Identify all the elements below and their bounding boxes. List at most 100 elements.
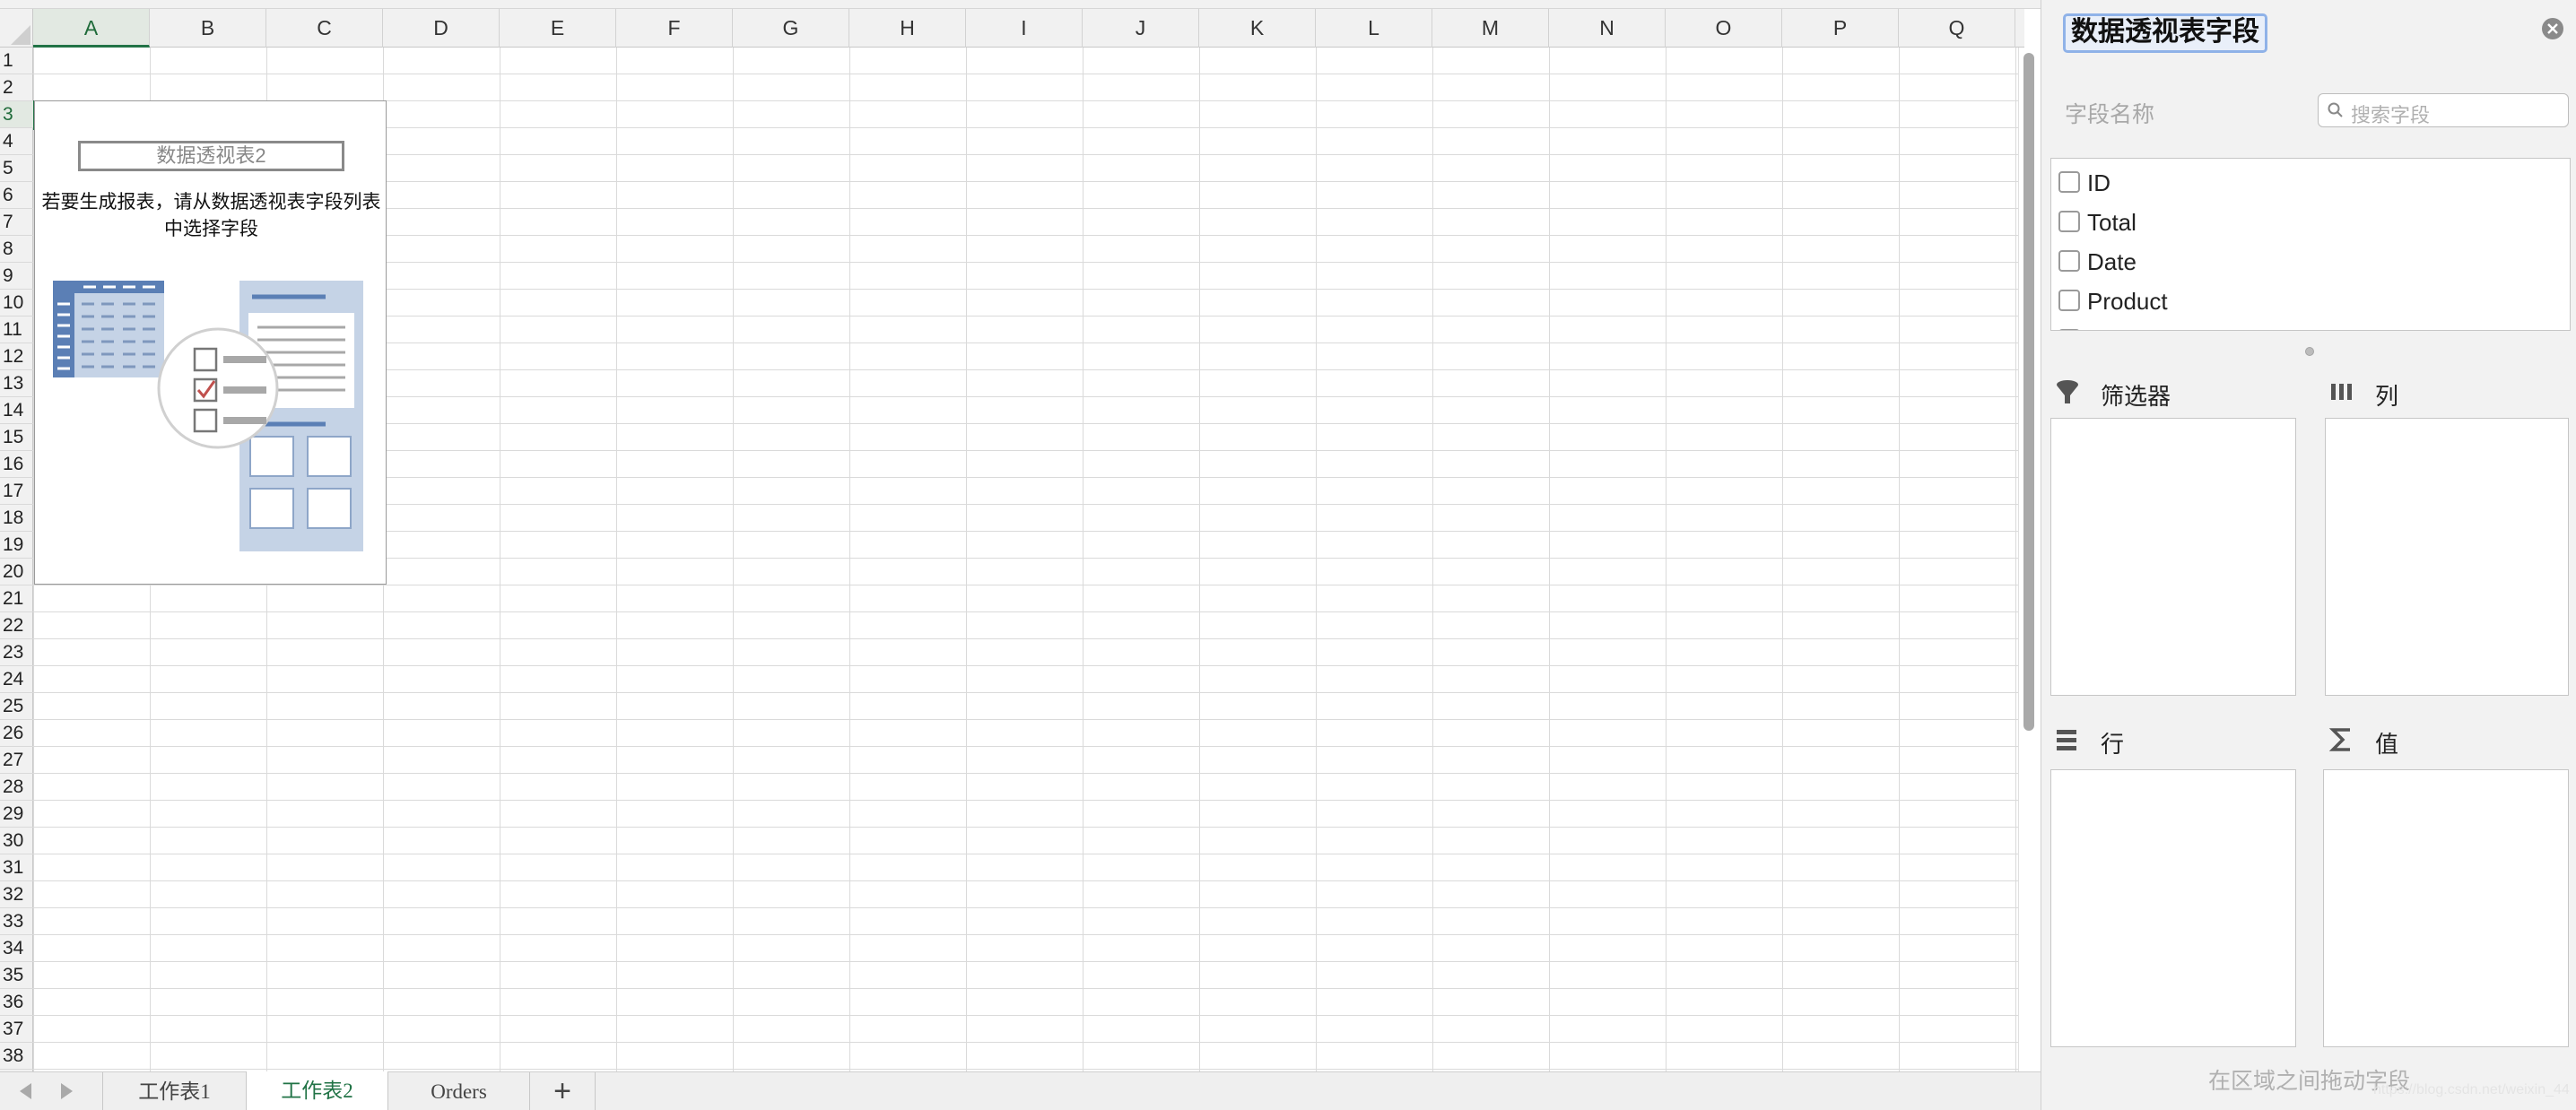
field-item-date[interactable]: Date <box>2051 241 2570 281</box>
column-header-p[interactable]: P <box>1782 9 1899 48</box>
row-header-28[interactable]: 28 <box>0 774 33 801</box>
column-header-h[interactable]: H <box>849 9 966 48</box>
column-header-l[interactable]: L <box>1316 9 1432 48</box>
column-header-o[interactable]: O <box>1666 9 1782 48</box>
search-placeholder: 搜索字段 <box>2351 104 2431 126</box>
field-label: Total <box>2087 209 2137 236</box>
column-header-k[interactable]: K <box>1199 9 1316 48</box>
row-header-37[interactable]: 37 <box>0 1016 33 1043</box>
row-header-18[interactable]: 18 <box>0 505 33 532</box>
row-header-15[interactable]: 15 <box>0 424 33 451</box>
column-header-f[interactable]: F <box>616 9 733 48</box>
column-header-n[interactable]: N <box>1549 9 1666 48</box>
row-header-21[interactable]: 21 <box>0 585 33 612</box>
row-header-30[interactable]: 30 <box>0 828 33 854</box>
field-checkbox[interactable] <box>2058 171 2080 193</box>
row-header-2[interactable]: 2 <box>0 74 33 101</box>
row-header-4[interactable]: 4 <box>0 128 33 155</box>
filters-area-header: 筛选器 <box>2054 373 2305 410</box>
row-header-34[interactable]: 34 <box>0 935 33 962</box>
row-header-29[interactable]: 29 <box>0 801 33 828</box>
row-header-33[interactable]: 33 <box>0 908 33 935</box>
field-search-input[interactable]: 搜索字段 <box>2318 93 2569 127</box>
column-header-b[interactable]: B <box>150 9 266 48</box>
row-header-36[interactable]: 36 <box>0 989 33 1016</box>
column-header-q[interactable]: Q <box>1899 9 2015 48</box>
sheet-tab-orders[interactable]: Orders <box>387 1072 529 1110</box>
row-header-26[interactable]: 26 <box>0 720 33 747</box>
add-sheet-button[interactable]: + <box>529 1072 596 1110</box>
row-header-3[interactable]: 3 <box>0 101 33 128</box>
row-header-38[interactable]: 38 <box>0 1043 33 1070</box>
field-list[interactable]: ID Total Date Product <box>2050 158 2571 331</box>
sheet-tab-1[interactable]: 工作表1 <box>102 1072 246 1110</box>
pivot-fields-panel: 数据透视表字段 字段名称 搜索字段 ID Total Date Product … <box>2041 0 2576 1110</box>
pivot-table-name: 数据透视表2 <box>78 141 344 171</box>
row-header-5[interactable]: 5 <box>0 155 33 182</box>
spreadsheet[interactable]: ABCDEFGHIJKLMNOPQ 1 2 3 4 5 6 7 8 9 10 11 12 13 14 15 1… <box>0 0 2041 1071</box>
row-header-10[interactable]: 10 <box>0 290 33 317</box>
row-header-22[interactable]: 22 <box>0 612 33 639</box>
next-sheet-arrow-icon[interactable] <box>61 1083 73 1099</box>
columns-area-header: 列 <box>2328 373 2562 410</box>
row-header-23[interactable]: 23 <box>0 639 33 666</box>
filters-drop-zone[interactable] <box>2050 418 2296 696</box>
field-item-product[interactable]: Product <box>2051 281 2570 320</box>
row-header-14[interactable]: 14 <box>0 397 33 424</box>
row-header-17[interactable]: 17 <box>0 478 33 505</box>
filter-icon <box>2057 380 2078 403</box>
previous-sheet-arrow-icon[interactable] <box>20 1083 31 1099</box>
row-header-9[interactable]: 9 <box>0 263 33 290</box>
row-header-6[interactable]: 6 <box>0 182 33 209</box>
app-window: ABCDEFGHIJKLMNOPQ 1 2 3 4 5 6 7 8 9 10 11 12 13 14 15 1… <box>0 0 2576 1110</box>
search-icon <box>2328 102 2343 117</box>
rows-area-header: 行 <box>2054 721 2305 758</box>
row-header-35[interactable]: 35 <box>0 962 33 989</box>
pivot-table-placeholder[interactable]: 数据透视表2 若要生成报表，请从数据透视表字段列表中选择字段 <box>34 100 387 585</box>
panel-title: 数据透视表字段 <box>2063 13 2267 53</box>
sheet-tab-bar: 工作表1 工作表2 Orders + <box>0 1071 2041 1110</box>
panel-splitter-handle[interactable] <box>2305 347 2314 356</box>
field-checkbox[interactable] <box>2058 290 2080 311</box>
row-header-16[interactable]: 16 <box>0 451 33 478</box>
select-all-corner[interactable] <box>0 9 33 48</box>
row-header-27[interactable]: 27 <box>0 747 33 774</box>
pivot-hint-text: 若要生成报表，请从数据透视表字段列表中选择字段 <box>41 192 381 239</box>
field-checkbox[interactable] <box>2058 329 2080 330</box>
row-header-7[interactable]: 7 <box>0 209 33 236</box>
row-header-31[interactable]: 31 <box>0 854 33 881</box>
values-drop-zone[interactable] <box>2323 769 2569 1047</box>
rows-drop-zone[interactable] <box>2050 769 2296 1047</box>
column-header-g[interactable]: G <box>733 9 849 48</box>
row-header-19[interactable]: 19 <box>0 532 33 559</box>
field-item-id[interactable]: ID <box>2051 162 2570 202</box>
row-header-13[interactable]: 13 <box>0 370 33 397</box>
rows-icon <box>2057 730 2076 750</box>
vertical-scroll-thumb[interactable] <box>2023 53 2034 731</box>
row-header-32[interactable]: 32 <box>0 881 33 908</box>
row-header-11[interactable]: 11 <box>0 317 33 343</box>
sigma-icon <box>2328 728 2350 751</box>
column-header-a[interactable]: A <box>33 9 150 48</box>
field-checkbox[interactable] <box>2058 250 2080 272</box>
column-header-c[interactable]: C <box>266 9 383 48</box>
column-header-i[interactable]: I <box>966 9 1083 48</box>
row-header-12[interactable]: 12 <box>0 343 33 370</box>
column-header-e[interactable]: E <box>500 9 616 48</box>
row-header-1[interactable]: 1 <box>0 48 33 74</box>
vertical-scrollbar[interactable] <box>2018 48 2038 1071</box>
row-header-20[interactable]: 20 <box>0 559 33 585</box>
column-header-j[interactable]: J <box>1083 9 1199 48</box>
field-checkbox[interactable] <box>2058 211 2080 232</box>
field-name-label: 字段名称 <box>2065 102 2155 127</box>
close-panel-button[interactable] <box>2542 18 2563 39</box>
row-header-8[interactable]: 8 <box>0 236 33 263</box>
column-header-d[interactable]: D <box>383 9 500 48</box>
sheet-tab-2[interactable]: 工作表2 <box>246 1071 387 1110</box>
row-header-24[interactable]: 24 <box>0 666 33 693</box>
column-header-m[interactable]: M <box>1432 9 1549 48</box>
field-item-partial[interactable] <box>2051 320 2570 330</box>
field-item-total[interactable]: Total <box>2051 202 2570 241</box>
row-header-25[interactable]: 25 <box>0 693 33 720</box>
columns-drop-zone[interactable] <box>2325 418 2569 696</box>
